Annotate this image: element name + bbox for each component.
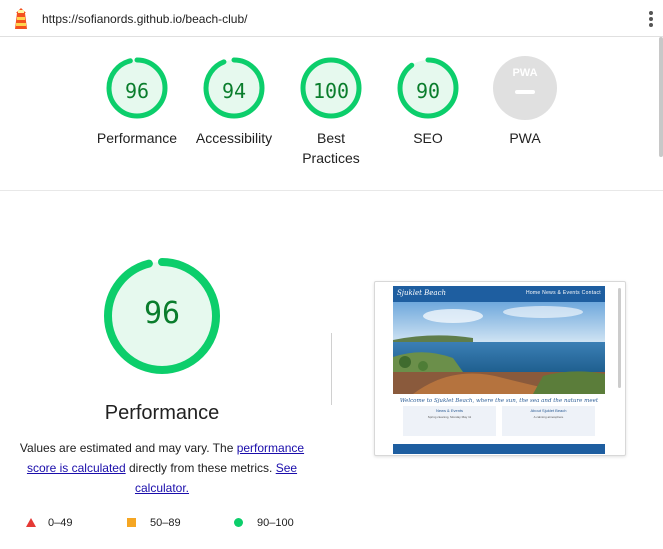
pwa-badge-text: PWA — [512, 67, 538, 79]
screenshot-site: Sjuklet Beach Home News & Events Contact — [393, 286, 605, 454]
beach-photo — [393, 302, 605, 394]
site-columns: News & Events Spring cleaning, Monday Ma… — [393, 406, 605, 436]
desc-text: Values are estimated and may vary. The — [19, 441, 237, 455]
performance-score: 96 — [143, 296, 181, 331]
pwa-badge-icon — [493, 56, 557, 120]
report-topbar: https://sofianords.github.io/beach-club/ — [0, 0, 663, 37]
kebab-menu-icon[interactable] — [647, 10, 655, 28]
gauge-score: 100 — [312, 79, 350, 103]
gauge-label: Best Practices — [283, 128, 379, 168]
screenshot-scrollbar — [618, 288, 621, 388]
legend-pass-label: 90–100 — [257, 517, 294, 529]
legend-pass: 90–100 — [234, 516, 294, 530]
triangle-icon — [26, 518, 36, 527]
site-column: About Sjuklet Beach A calming atmosphere — [502, 406, 595, 436]
gauge-performance[interactable]: 96 Performance — [89, 55, 185, 148]
performance-description: Values are estimated and may vary. The p… — [14, 438, 310, 498]
gauge-label: Performance — [96, 130, 178, 146]
gauge-score: 90 — [415, 79, 441, 103]
final-screenshot[interactable]: Sjuklet Beach Home News & Events Contact — [374, 281, 626, 456]
legend-fail-label: 0–49 — [48, 517, 73, 529]
score-legend: 0–49 50–89 90–100 — [26, 516, 326, 532]
gauge-label-line1: Best — [316, 130, 345, 146]
gauge-label-line2: Practices — [302, 150, 360, 166]
gauge-accessibility[interactable]: 94 Accessibility — [186, 55, 282, 148]
site-column-title: News & Events — [435, 408, 464, 413]
gauge-score: 94 — [221, 79, 247, 103]
site-column-text: A calming atmosphere — [533, 415, 564, 419]
site-column-text: Spring cleaning, Monday May 11 — [427, 415, 472, 419]
gauge-seo[interactable]: 90 SEO — [380, 55, 476, 148]
legend-average: 50–89 — [127, 516, 181, 530]
site-footer — [393, 444, 605, 454]
report-url[interactable]: https://sofianords.github.io/beach-club/ — [42, 12, 247, 26]
gauge-score: 96 — [124, 79, 150, 103]
vertical-divider — [331, 333, 332, 405]
gauge-pwa[interactable]: PWA PWA — [477, 55, 573, 148]
section-divider — [0, 190, 663, 191]
gauge-best-practices[interactable]: 100 Best Practices — [283, 55, 379, 168]
site-welcome: Welcome to Sjuklet Beach, where the sun,… — [399, 398, 599, 404]
legend-fail: 0–49 — [26, 516, 72, 530]
gauge-label: PWA — [509, 130, 541, 146]
beach-photo-image — [393, 302, 605, 394]
gauge-label: SEO — [413, 130, 443, 146]
site-brand: Sjuklet Beach — [397, 289, 447, 297]
desc-text: directly from these metrics. — [125, 461, 276, 475]
category-scores: 96 Performance 94 Accessibility 100 Best… — [0, 37, 663, 187]
site-column-title: About Sjuklet Beach — [530, 408, 567, 413]
performance-gauge-large: 96 — [102, 256, 222, 376]
performance-title: Performance — [104, 402, 220, 424]
gauge-label: Accessibility — [195, 130, 273, 146]
site-column: News & Events Spring cleaning, Monday Ma… — [403, 406, 496, 436]
legend-average-label: 50–89 — [150, 517, 181, 529]
lighthouse-icon — [15, 8, 27, 29]
circle-icon — [234, 518, 243, 527]
site-header: Sjuklet Beach Home News & Events Contact — [393, 286, 605, 302]
square-icon — [127, 518, 136, 527]
site-nav: Home News & Events Contact — [525, 290, 601, 296]
